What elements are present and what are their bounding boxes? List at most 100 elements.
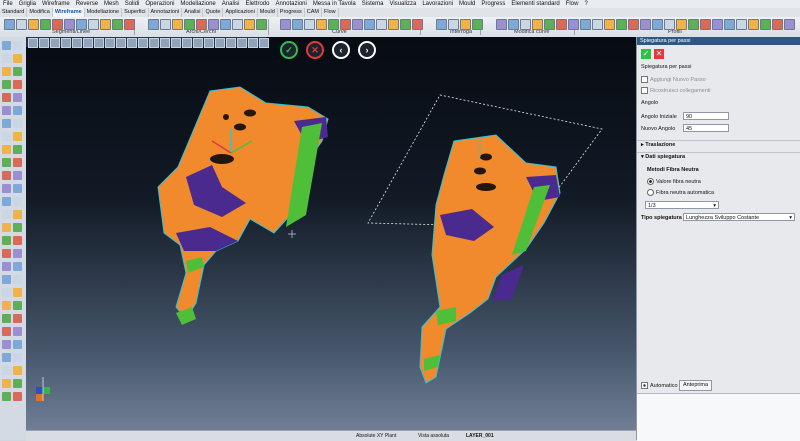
toolbar-button[interactable]: [760, 19, 771, 30]
neutral-auto-option[interactable]: Fibra neutra automatica: [647, 189, 714, 196]
side-tool-button[interactable]: [13, 223, 22, 232]
side-tool-button[interactable]: [2, 236, 11, 245]
side-tool-button[interactable]: [13, 392, 22, 401]
ribbon-tab[interactable]: Wireframe: [52, 8, 85, 17]
menu-item[interactable]: Progress: [478, 0, 508, 8]
toolbar-button[interactable]: [712, 19, 723, 30]
toolbar-button[interactable]: [184, 19, 195, 30]
toolbar-button[interactable]: [112, 19, 123, 30]
new-angle-field[interactable]: 45: [683, 124, 729, 132]
automatic-option[interactable]: Automatico: [641, 382, 678, 389]
side-tool-button[interactable]: [2, 54, 11, 63]
side-tool-button[interactable]: [2, 158, 11, 167]
toolbar-button[interactable]: [592, 19, 603, 30]
side-tool-button[interactable]: [2, 171, 11, 180]
toolbar-button[interactable]: [160, 19, 171, 30]
menu-item[interactable]: Flow: [563, 0, 582, 8]
toolbar-button[interactable]: [640, 19, 651, 30]
side-tool-button[interactable]: [13, 158, 22, 167]
unfold-type-select[interactable]: Lunghezza Sviluppo Costante ▾: [683, 213, 795, 221]
toolbar-button[interactable]: [508, 19, 519, 30]
unfolded-part-right[interactable]: [367, 94, 603, 384]
side-tool-button[interactable]: [13, 340, 22, 349]
side-tool-button[interactable]: [2, 67, 11, 76]
side-tool-button[interactable]: [13, 41, 22, 50]
toolbar-button[interactable]: [16, 19, 27, 30]
side-tool-button[interactable]: [2, 275, 11, 284]
menu-item[interactable]: Elettrodo: [242, 0, 272, 8]
side-tool-button[interactable]: [2, 379, 11, 388]
toolbar-button[interactable]: [304, 19, 315, 30]
side-tool-button[interactable]: [2, 145, 11, 154]
menu-item[interactable]: Wireframe: [39, 0, 73, 8]
add-step-option[interactable]: Aggiungi Nuovo Passo: [641, 76, 706, 83]
toolbar-button[interactable]: [736, 19, 747, 30]
side-tool-button[interactable]: [13, 236, 22, 245]
side-tool-button[interactable]: [2, 314, 11, 323]
side-tool-button[interactable]: [13, 80, 22, 89]
menu-item[interactable]: Messa in Tavola: [310, 0, 359, 8]
toolbar-button[interactable]: [4, 19, 15, 30]
side-tool-button[interactable]: [13, 54, 22, 63]
side-tool-button[interactable]: [13, 106, 22, 115]
toolbar-button[interactable]: [556, 19, 567, 30]
ribbon-tab[interactable]: Superfici: [122, 8, 149, 17]
neutral-value-radio[interactable]: [647, 178, 654, 185]
ribbon-tab[interactable]: Mould: [258, 8, 278, 17]
side-tool-button[interactable]: [2, 80, 11, 89]
side-tool-button[interactable]: [13, 249, 22, 258]
toolbar-button[interactable]: [244, 19, 255, 30]
side-tool-button[interactable]: [13, 93, 22, 102]
menu-item[interactable]: Griglia: [16, 0, 39, 8]
toolbar-button[interactable]: [496, 19, 507, 30]
ribbon-tab[interactable]: CAM: [305, 8, 323, 17]
ok-icon[interactable]: ✓: [641, 49, 651, 59]
side-tool-button[interactable]: [13, 132, 22, 141]
toolbar-button[interactable]: [352, 19, 363, 30]
side-tool-button[interactable]: [2, 223, 11, 232]
ribbon-tab[interactable]: Applicazioni: [223, 8, 258, 17]
toolbar-button[interactable]: [784, 19, 795, 30]
menu-item[interactable]: Elementi standard: [508, 0, 562, 8]
side-tool-button[interactable]: [13, 379, 22, 388]
ribbon-tab[interactable]: Progress: [278, 8, 305, 17]
toolbar-button[interactable]: [676, 19, 687, 30]
menu-item[interactable]: Visualizza: [386, 0, 419, 8]
start-angle-field[interactable]: 90: [683, 112, 729, 120]
side-tool-button[interactable]: [2, 301, 11, 310]
toolbar-button[interactable]: [28, 19, 39, 30]
side-tool-button[interactable]: [13, 184, 22, 193]
toolbar-button[interactable]: [256, 19, 267, 30]
side-tool-button[interactable]: [13, 210, 22, 219]
toolbar-button[interactable]: [544, 19, 555, 30]
side-tool-button[interactable]: [2, 366, 11, 375]
side-tool-button[interactable]: [2, 288, 11, 297]
ribbon-tab[interactable]: Standard: [0, 8, 28, 17]
toolbar-button[interactable]: [628, 19, 639, 30]
toolbar-button[interactable]: [688, 19, 699, 30]
toolbar-button[interactable]: [220, 19, 231, 30]
toolbar-button[interactable]: [532, 19, 543, 30]
toolbar-button[interactable]: [280, 19, 291, 30]
toolbar-button[interactable]: [100, 19, 111, 30]
side-tool-button[interactable]: [2, 327, 11, 336]
toolbar-button[interactable]: [724, 19, 735, 30]
menu-item[interactable]: Modellazione: [177, 0, 218, 8]
toolbar-button[interactable]: [772, 19, 783, 30]
side-tool-button[interactable]: [2, 197, 11, 206]
toolbar-button[interactable]: [124, 19, 135, 30]
side-tool-button[interactable]: [2, 41, 11, 50]
3d-viewport[interactable]: ✓ ✕ ‹ ›: [26, 37, 636, 440]
menu-item[interactable]: Mesh: [101, 0, 122, 8]
rebuild-links-checkbox[interactable]: [641, 87, 648, 94]
toolbar-button[interactable]: [616, 19, 627, 30]
toolbar-button[interactable]: [364, 19, 375, 30]
ribbon-tab[interactable]: Modellazione: [85, 8, 123, 17]
side-tool-button[interactable]: [2, 340, 11, 349]
side-tool-button[interactable]: [13, 171, 22, 180]
toolbar-button[interactable]: [400, 19, 411, 30]
translation-section[interactable]: ▸ Traslazione: [637, 140, 800, 149]
ribbon-tab[interactable]: Modifica: [27, 8, 53, 17]
neutral-value-option[interactable]: Valore fibra neutra: [647, 178, 701, 185]
toolbar-button[interactable]: [88, 19, 99, 30]
